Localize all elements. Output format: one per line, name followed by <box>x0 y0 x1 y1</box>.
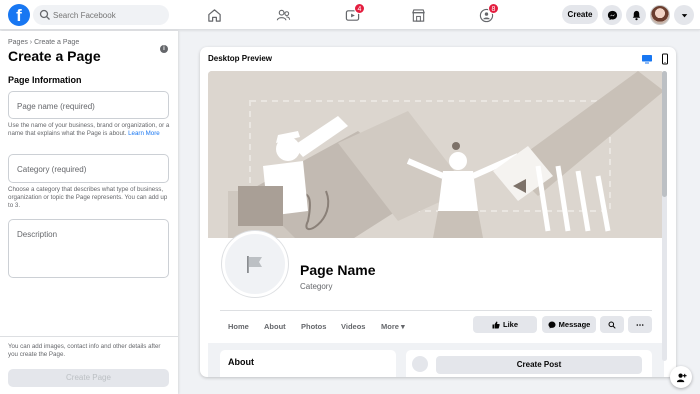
category-placeholder: Category (required) <box>17 165 87 174</box>
bell-icon <box>632 10 640 20</box>
search-box[interactable] <box>33 5 169 25</box>
cover-artwork <box>208 71 664 261</box>
tab-about[interactable]: About <box>264 322 286 331</box>
nav-watch[interactable]: 4 <box>324 3 380 27</box>
message-button[interactable]: Message <box>542 316 596 333</box>
scrollbar-thumb[interactable] <box>662 71 667 197</box>
account-menu-button[interactable] <box>674 5 694 25</box>
about-card: About <box>220 350 396 377</box>
chevron-down-icon <box>681 13 687 17</box>
search-page-button[interactable] <box>600 316 624 333</box>
create-page-button[interactable]: Create Page <box>8 369 169 387</box>
preview-category: Category <box>300 282 333 291</box>
page-header: Page Name Category Home About Photos Vid… <box>208 231 664 343</box>
page-name-field[interactable]: Page name (required) <box>8 91 169 119</box>
create-button[interactable]: Create <box>562 5 598 24</box>
create-page-panel: Pages › Create a Page Create a Page i Pa… <box>0 31 178 394</box>
like-button[interactable]: Like <box>473 316 537 333</box>
profile-picture[interactable] <box>222 231 288 297</box>
description-placeholder: Description <box>17 230 58 239</box>
tab-photos[interactable]: Photos <box>301 322 326 331</box>
notifications-button[interactable] <box>626 5 646 25</box>
thumbs-up-icon <box>492 321 500 328</box>
top-navigation-bar: f 4 8 Create <box>0 0 700 30</box>
page-preview: Page Name Category Home About Photos Vid… <box>208 71 664 377</box>
flag-icon <box>247 256 262 273</box>
facebook-logo[interactable]: f <box>8 4 30 26</box>
search-input[interactable] <box>53 5 165 25</box>
messenger-icon <box>548 321 556 328</box>
desktop-preview-card: Desktop Preview Page Name Category Home … <box>200 47 676 377</box>
breadcrumb[interactable]: Pages › Create a Page <box>8 39 79 46</box>
page-name-placeholder: Page name (required) <box>17 102 95 111</box>
home-icon <box>207 8 221 22</box>
add-person-icon <box>676 373 687 382</box>
tab-more[interactable]: More ▾ <box>381 322 405 331</box>
create-post-button[interactable]: Create Post <box>436 356 642 374</box>
preview-title: Desktop Preview <box>208 54 273 63</box>
create-post-card: Create Post <box>406 350 652 377</box>
page-name-help: Use the name of your business, brand or … <box>8 122 170 137</box>
category-field[interactable]: Category (required) <box>8 154 169 183</box>
watch-badge: 4 <box>354 3 365 14</box>
search-icon <box>39 9 50 20</box>
friends-icon <box>276 9 290 20</box>
messenger-icon <box>607 10 617 20</box>
preview-scrollbar[interactable] <box>662 71 667 361</box>
tab-videos[interactable]: Videos <box>341 322 365 331</box>
nav-home[interactable] <box>186 3 242 27</box>
search-icon <box>608 321 616 329</box>
page-title: Create a Page <box>8 48 101 64</box>
info-icon[interactable]: i <box>160 45 168 53</box>
nav-friends[interactable] <box>255 3 311 27</box>
new-message-button[interactable] <box>670 366 692 388</box>
learn-more-link[interactable]: Learn More <box>128 130 160 137</box>
about-title: About <box>228 357 254 367</box>
more-options-button[interactable] <box>628 316 652 333</box>
tab-home[interactable]: Home <box>228 322 249 331</box>
messenger-button[interactable] <box>602 5 622 25</box>
profile-avatar[interactable] <box>650 5 670 25</box>
desktop-icon[interactable] <box>641 53 653 65</box>
section-heading: Page Information <box>8 75 82 85</box>
nav-marketplace[interactable] <box>390 3 446 27</box>
header-divider <box>220 310 652 311</box>
ellipsis-icon <box>636 323 644 326</box>
category-help: Choose a category that describes what ty… <box>8 186 168 209</box>
page-avatar-small <box>412 356 428 372</box>
marketplace-icon <box>411 8 425 22</box>
mobile-icon[interactable] <box>659 53 671 65</box>
panel-divider <box>0 336 178 337</box>
preview-page-name: Page Name <box>300 262 376 278</box>
groups-badge: 8 <box>488 3 499 14</box>
cover-illustration <box>208 71 664 261</box>
nav-groups[interactable]: 8 <box>458 3 514 27</box>
description-field[interactable]: Description <box>8 219 169 278</box>
footer-note: You can add images, contact info and oth… <box>8 343 161 358</box>
